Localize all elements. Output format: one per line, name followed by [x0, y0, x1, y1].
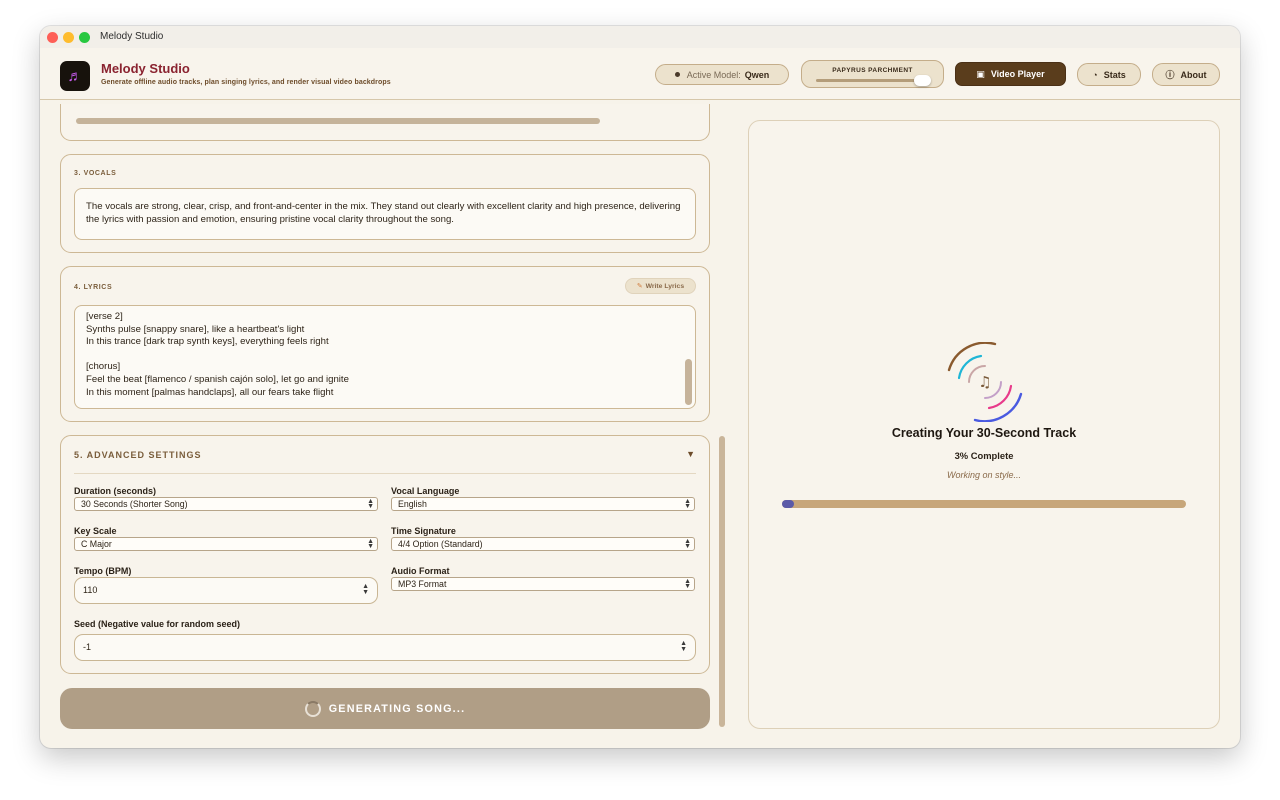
app-header: ♬ Melody Studio Generate offline audio t…	[40, 48, 1240, 100]
close-window-button[interactable]	[47, 32, 58, 43]
minimize-window-button[interactable]	[63, 32, 74, 43]
theme-slider-track[interactable]	[816, 79, 926, 82]
status-dot-icon	[674, 72, 680, 77]
lyrics-section-label: 4. LYRICS	[74, 284, 113, 291]
generate-song-label: GENERATING SONG...	[328, 702, 466, 715]
pie-chart-icon: ◔	[1092, 69, 1098, 80]
key-scale-value: C Major	[81, 539, 112, 549]
previous-section-card	[60, 104, 710, 141]
active-model-badge[interactable]: Active Model: Qwen	[655, 64, 789, 85]
lyrics-line: [chorus]	[86, 361, 121, 373]
seed-label: Seed (Negative value for random seed)	[74, 619, 241, 629]
generation-status: Working on style...	[946, 470, 1022, 480]
lyrics-scrollbar[interactable]	[685, 359, 692, 405]
left-panel-scrollbar[interactable]	[719, 436, 725, 727]
collapse-triangle-icon[interactable]: ▼	[686, 449, 695, 459]
active-model-value: Qwen	[744, 69, 770, 80]
video-camera-icon: ▣	[976, 68, 985, 79]
vocal-language-value: English	[398, 499, 427, 509]
time-signature-label: Time Signature	[391, 526, 456, 536]
write-lyrics-label: Write Lyrics	[645, 282, 685, 290]
stepper-icon[interactable]: ▲ ▼	[362, 583, 369, 596]
tempo-value: 110	[83, 585, 98, 595]
lyrics-line: In this moment [palmas handclaps], all o…	[86, 386, 334, 398]
lyrics-line: In this trance [dark trap synth keys], e…	[86, 336, 329, 348]
select-arrows-icon: ▲ ▼	[684, 498, 691, 510]
theme-selector[interactable]: PAPYRUS PARCHMENT	[801, 60, 944, 88]
time-signature-select[interactable]: 4/4 Option (Standard) ▲ ▼	[391, 537, 695, 551]
window-title: Melody Studio	[100, 31, 164, 42]
divider	[74, 473, 696, 474]
video-player-button[interactable]: ▣ Video Player	[955, 62, 1066, 86]
vocal-language-select[interactable]: English ▲ ▼	[391, 497, 695, 511]
audio-format-value: MP3 Format	[398, 579, 447, 589]
audio-format-select[interactable]: MP3 Format ▲ ▼	[391, 577, 695, 591]
theme-slider-knob[interactable]	[914, 75, 931, 86]
previous-section-slider[interactable]	[76, 118, 600, 124]
title-bar: Melody Studio	[40, 26, 1240, 48]
advanced-settings-card: 5. ADVANCED SETTINGS ▼ Duration (seconds…	[60, 435, 710, 674]
audio-format-label: Audio Format	[391, 566, 450, 576]
generation-title: Creating Your 30-Second Track	[891, 426, 1077, 440]
write-lyrics-button[interactable]: ✎ Write Lyrics	[625, 278, 696, 294]
stats-label: Stats	[1103, 69, 1126, 80]
vocals-description-input[interactable]: The vocals are strong, clear, crisp, and…	[74, 188, 696, 240]
pencil-icon: ✎	[636, 283, 643, 290]
tempo-label: Tempo (BPM)	[74, 566, 132, 576]
vocals-section-label: 3. VOCALS	[74, 170, 117, 177]
music-orbit-icon: ♫	[947, 342, 1023, 422]
about-label: About	[1180, 69, 1207, 80]
duration-value: 30 Seconds (Shorter Song)	[81, 499, 188, 509]
stepper-icon[interactable]: ▲ ▼	[680, 640, 687, 653]
lyrics-line: Feel the beat [flamenco / spanish cajón …	[86, 373, 349, 385]
select-arrows-icon: ▲ ▼	[367, 498, 374, 510]
seed-input[interactable]: -1 ▲ ▼	[74, 634, 696, 661]
time-signature-value: 4/4 Option (Standard)	[398, 539, 483, 549]
theme-label: PAPYRUS PARCHMENT	[832, 67, 913, 74]
seed-value: -1	[83, 642, 92, 652]
progress-bar	[782, 500, 1186, 508]
active-model-label: Active Model:	[686, 69, 741, 80]
lyrics-line: Synths pulse [snappy snare], like a hear…	[86, 323, 305, 335]
app-tagline: Generate offline audio tracks, plan sing…	[101, 79, 391, 86]
progress-bar-fill	[782, 500, 795, 508]
video-player-label: Video Player	[990, 69, 1045, 79]
tempo-input[interactable]: 110 ▲ ▼	[74, 577, 378, 604]
app-name: Melody Studio	[101, 61, 190, 76]
loading-spinner-icon	[304, 700, 321, 717]
stats-button[interactable]: ◔ Stats	[1077, 63, 1141, 86]
generation-panel	[748, 120, 1220, 729]
app-window: Melody Studio ♬ Melody Studio Generate o…	[40, 26, 1240, 748]
select-arrows-icon: ▲ ▼	[684, 538, 691, 550]
lyrics-input[interactable]: [verse 2] Synths pulse [snappy snare], l…	[74, 305, 696, 409]
generate-song-button[interactable]: GENERATING SONG...	[60, 688, 710, 729]
select-arrows-icon: ▲ ▼	[367, 538, 374, 550]
app-logo-icon: ♬	[60, 61, 90, 91]
key-scale-select[interactable]: C Major ▲ ▼	[74, 537, 378, 551]
key-scale-label: Key Scale	[74, 526, 117, 536]
advanced-settings-title[interactable]: 5. ADVANCED SETTINGS	[74, 450, 202, 460]
lyrics-card: 4. LYRICS ✎ Write Lyrics [verse 2] Synth…	[60, 266, 710, 422]
duration-select[interactable]: 30 Seconds (Shorter Song) ▲ ▼	[74, 497, 378, 511]
lyrics-line: [verse 2]	[86, 311, 123, 322]
select-arrows-icon: ▲ ▼	[684, 578, 691, 590]
svg-text:♫: ♫	[978, 373, 991, 391]
info-icon: ⓘ	[1165, 70, 1175, 80]
about-button[interactable]: ⓘ About	[1152, 63, 1220, 86]
generation-percent: 3% Complete	[954, 450, 1014, 461]
duration-label: Duration (seconds)	[74, 486, 157, 496]
vocals-card: 3. VOCALS The vocals are strong, clear, …	[60, 154, 710, 253]
lyrics-line	[86, 349, 684, 362]
maximize-window-button[interactable]	[79, 32, 90, 43]
vocal-language-label: Vocal Language	[391, 486, 460, 496]
